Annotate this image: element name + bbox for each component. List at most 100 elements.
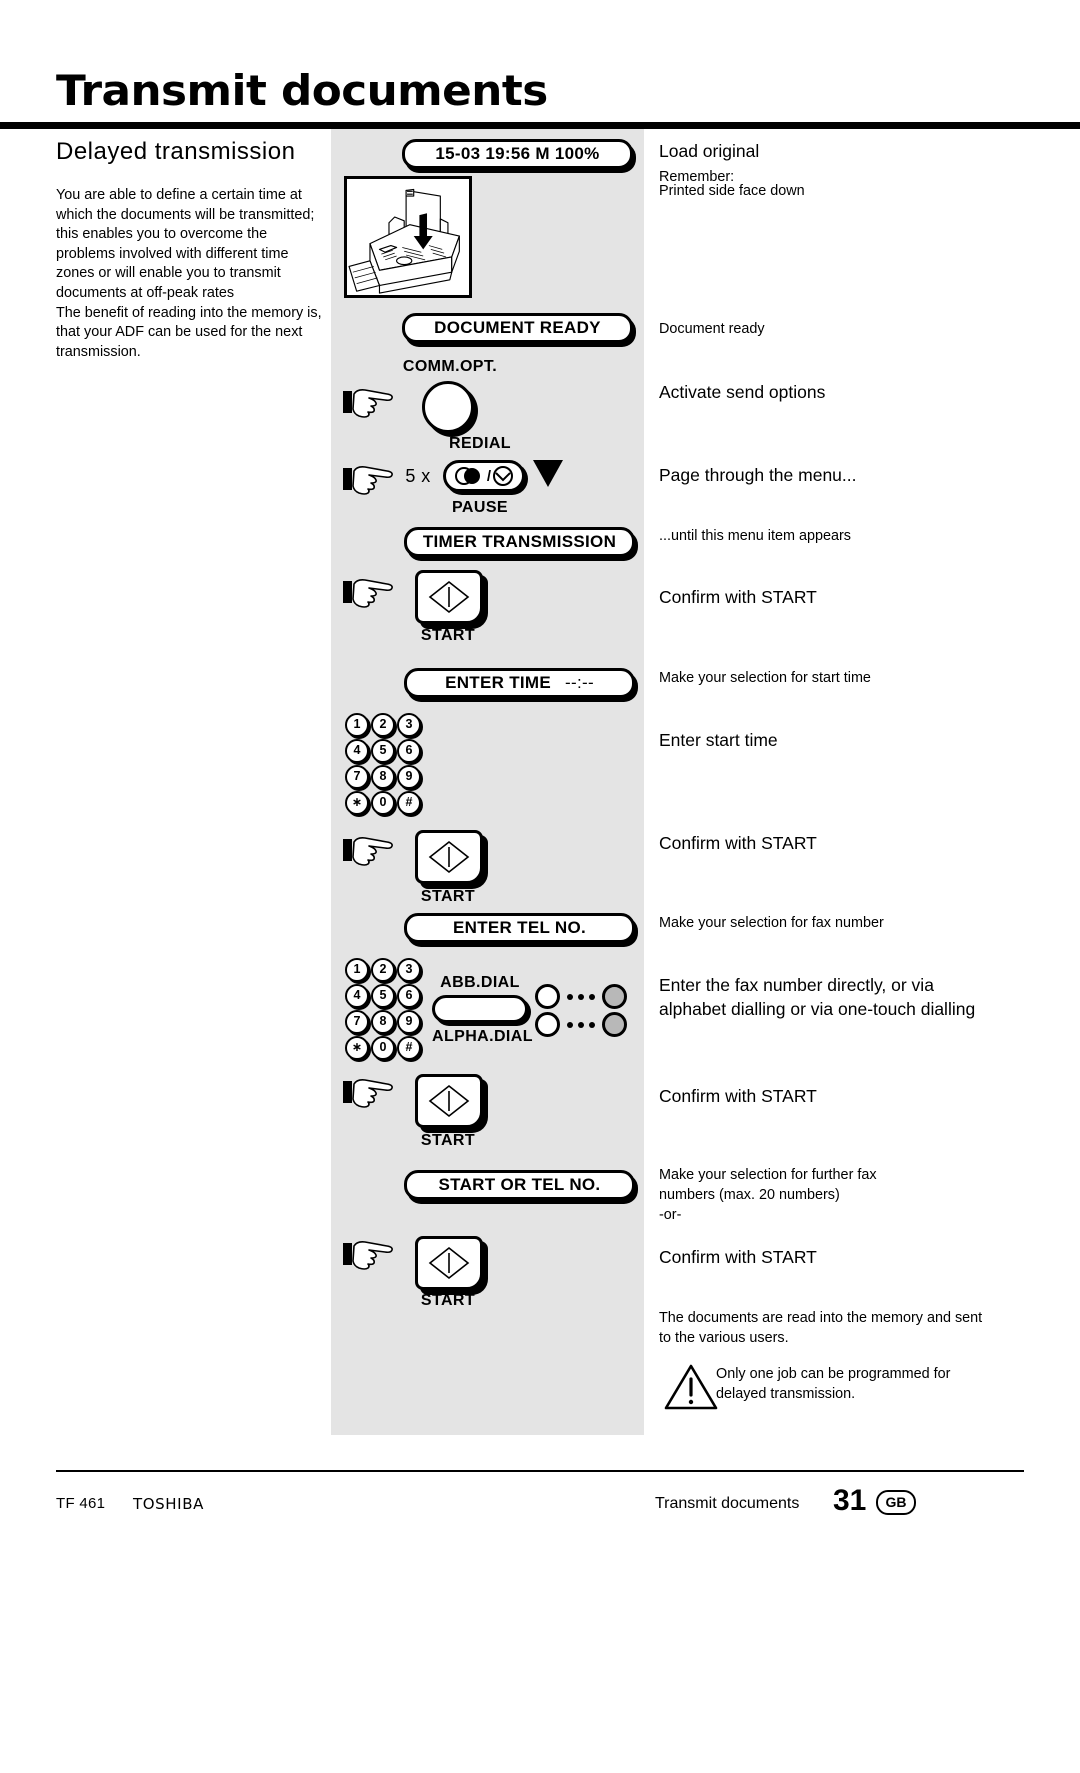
numeric-keypad[interactable]: 1 2 3 4 5 6 7 8 9 ∗ 0 # [345, 958, 425, 1062]
key-3[interactable]: 3 [397, 958, 421, 982]
page-number: 31 [833, 1484, 867, 1517]
slash-separator: / [486, 467, 492, 485]
section-title: Delayed transmission [56, 138, 296, 165]
key-5[interactable]: 5 [371, 739, 395, 763]
lcd-start-or-tel-no: START OR TEL NO. [404, 1170, 635, 1200]
step-load-original-line2: Printed side face down [659, 183, 805, 199]
one-touch-row-1[interactable] [535, 984, 627, 1009]
step-further-numbers-line1: Make your selection for further fax [659, 1167, 877, 1183]
step-enter-start-time: Enter start time [659, 730, 778, 750]
key-2[interactable]: 2 [371, 713, 395, 737]
footer-model: TF 461 [56, 1495, 106, 1512]
footer-divider [56, 1470, 1024, 1472]
step-selection-fax-number: Make your selection for fax number [659, 915, 884, 931]
keypad-row: 1 2 3 [345, 958, 425, 982]
key-hash[interactable]: # [397, 1036, 421, 1060]
start-button[interactable] [415, 1236, 483, 1290]
keypad-row: ∗ 0 # [345, 1036, 425, 1060]
start-button[interactable] [415, 570, 483, 624]
keypad-row: 4 5 6 [345, 984, 425, 1008]
intro-paragraph-2: The benefit of reading into the memory i… [56, 304, 322, 360]
keypad-row: 4 5 6 [345, 739, 425, 763]
key-4[interactable]: 4 [345, 984, 369, 1008]
lcd-enter-time-text: ENTER TIME [445, 673, 552, 692]
ellipsis-dots-icon [567, 1021, 595, 1028]
key-7[interactable]: 7 [345, 1010, 369, 1034]
key-6[interactable]: 6 [397, 984, 421, 1008]
key-1[interactable]: 1 [345, 958, 369, 982]
key-star[interactable]: ∗ [345, 791, 369, 815]
key-1[interactable]: 1 [345, 713, 369, 737]
pointing-hand-icon [343, 1237, 395, 1271]
key-9[interactable]: 9 [397, 1010, 421, 1034]
one-touch-key-first[interactable] [535, 984, 560, 1009]
start-label: START [420, 888, 476, 905]
step-confirm-start-2: Confirm with START [659, 833, 817, 853]
start-button[interactable] [415, 830, 483, 884]
key-2[interactable]: 2 [371, 958, 395, 982]
one-touch-key-last[interactable] [602, 984, 627, 1009]
key-5[interactable]: 5 [371, 984, 395, 1008]
start-label: START [420, 627, 476, 644]
alpha-dial-label: ALPHA.DIAL [432, 1028, 533, 1045]
key-0[interactable]: 0 [371, 1036, 395, 1060]
start-diamond-icon [428, 580, 470, 614]
step-activate-send-options: Activate send options [659, 382, 826, 402]
start-diamond-icon [428, 1246, 470, 1280]
key-9[interactable]: 9 [397, 765, 421, 789]
lcd-standby-text: 15-03 19:56 M 100% [435, 144, 600, 163]
intro-text: You are able to define a certain time at… [56, 186, 322, 362]
step-page-through-menu: Page through the menu... [659, 465, 857, 485]
footer-section: Transmit documents [655, 1495, 800, 1512]
pause-clock-icon [493, 466, 514, 486]
comm-opt-button[interactable] [422, 381, 474, 433]
key-star[interactable]: ∗ [345, 1036, 369, 1060]
keypad-row: 1 2 3 [345, 713, 425, 737]
start-button[interactable] [415, 1074, 483, 1128]
lcd-document-ready-text: DOCUMENT READY [434, 318, 601, 337]
lcd-standby: 15-03 19:56 M 100% [402, 139, 633, 169]
pointing-hand-icon [343, 833, 395, 867]
key-3[interactable]: 3 [397, 713, 421, 737]
key-8[interactable]: 8 [371, 765, 395, 789]
one-touch-row-2[interactable] [535, 1012, 627, 1037]
warning-triangle-icon [664, 1363, 718, 1410]
step-load-original-title: Load original [659, 141, 760, 161]
key-8[interactable]: 8 [371, 1010, 395, 1034]
numeric-keypad[interactable]: 1 2 3 4 5 6 7 8 9 ∗ 0 # [345, 713, 425, 817]
key-6[interactable]: 6 [397, 739, 421, 763]
language-badge: GB [876, 1490, 916, 1515]
warning-text: Only one job can be programmed for delay… [716, 1366, 951, 1402]
pause-label: PAUSE [452, 499, 508, 516]
key-0[interactable]: 0 [371, 791, 395, 815]
redial-label: REDIAL [449, 435, 511, 452]
ellipsis-dots-icon [567, 993, 595, 1000]
lcd-enter-tel-no: ENTER TEL NO. [404, 913, 635, 943]
start-label: START [420, 1292, 476, 1309]
one-touch-key-first[interactable] [535, 1012, 560, 1037]
step-confirm-start-4: Confirm with START [659, 1247, 817, 1267]
page-title: Transmit documents [56, 66, 548, 115]
abb-dial-label: ABB.DIAL [440, 974, 520, 991]
pointing-hand-icon [343, 462, 395, 496]
start-diamond-icon [428, 840, 470, 874]
key-hash[interactable]: # [397, 791, 421, 815]
abb-dial-button[interactable] [432, 995, 528, 1023]
redial-pause-button[interactable]: / [443, 460, 525, 492]
step-document-ready-note: Document ready [659, 321, 765, 337]
memory-note: The documents are read into the memory a… [659, 1310, 983, 1346]
lcd-enter-time-value: --:-- [565, 673, 594, 692]
lcd-enter-tel-no-text: ENTER TEL NO. [453, 918, 586, 937]
key-4[interactable]: 4 [345, 739, 369, 763]
start-label: START [420, 1132, 476, 1149]
footer-brand: TOSHIBA [133, 1495, 204, 1513]
pointing-hand-icon [343, 1075, 395, 1109]
one-touch-key-last[interactable] [602, 1012, 627, 1037]
pointing-hand-icon [343, 575, 395, 609]
key-7[interactable]: 7 [345, 765, 369, 789]
step-further-numbers-line3: -or- [659, 1207, 682, 1223]
keypad-row: 7 8 9 [345, 765, 425, 789]
keypad-row: ∗ 0 # [345, 791, 425, 815]
repeat-count-label: 5 x [405, 466, 431, 486]
step-further-numbers-line2: numbers (max. 20 numbers) [659, 1187, 840, 1203]
